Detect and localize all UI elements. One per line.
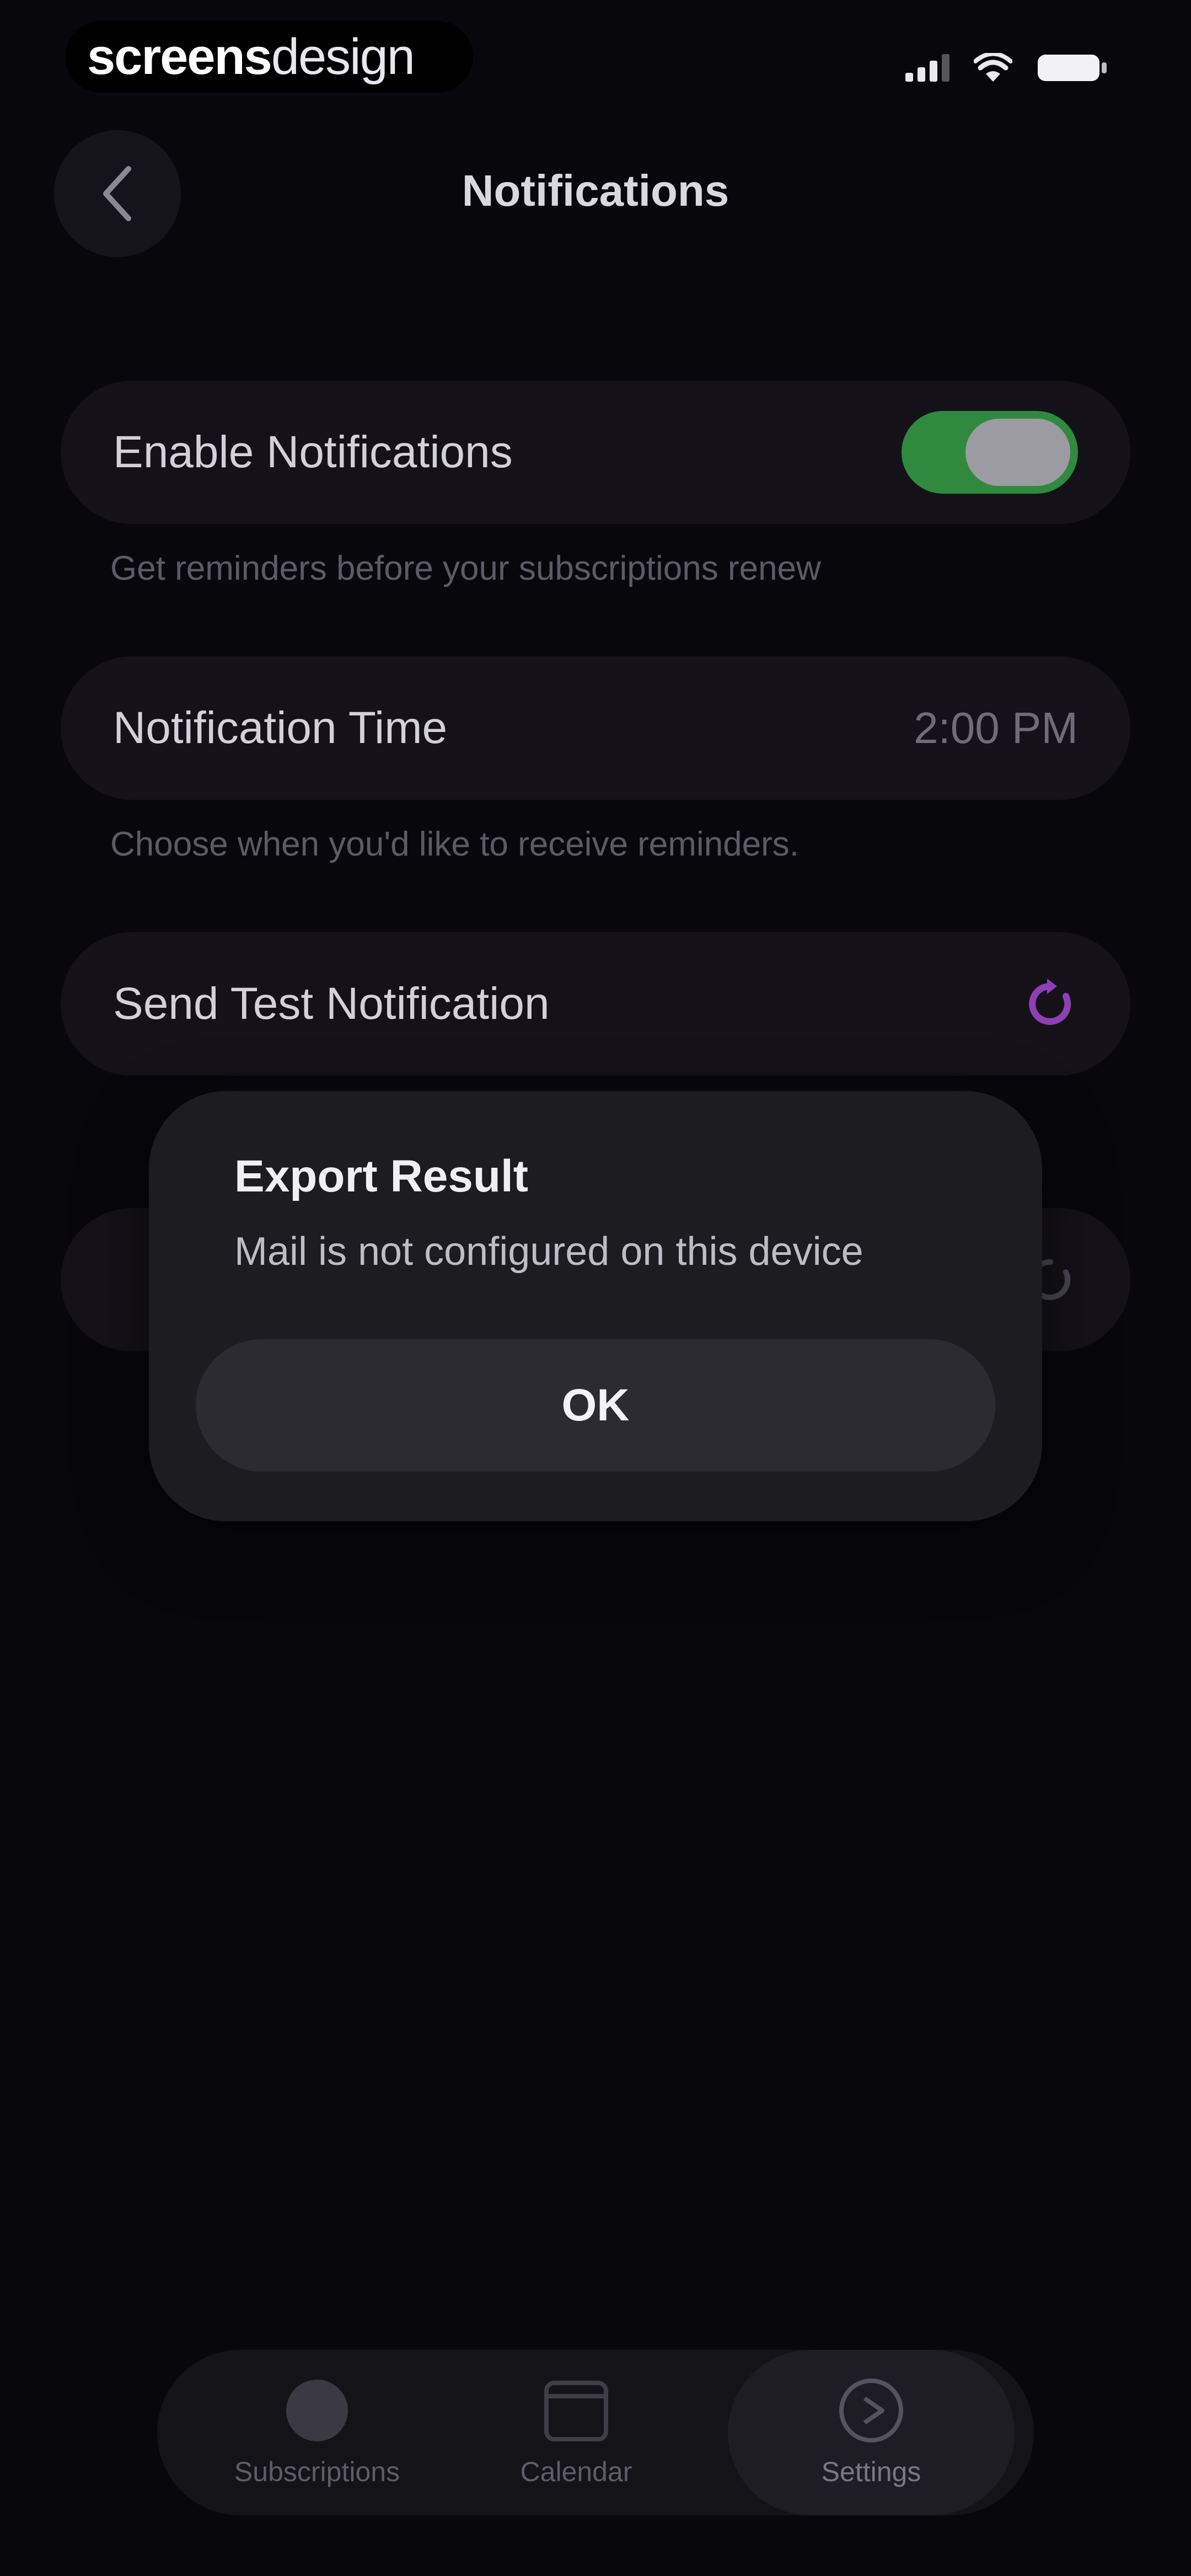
toggle-knob — [965, 419, 1070, 486]
status-icons — [905, 49, 1108, 87]
enable-notifications-label: Enable Notifications — [113, 427, 513, 477]
cellular-signal-icon — [905, 54, 949, 82]
enable-notifications-row[interactable]: Enable Notifications — [61, 381, 1130, 524]
refresh-icon[interactable] — [1023, 976, 1078, 1032]
send-test-notification-label: Send Test Notification — [113, 979, 550, 1029]
calendar-icon — [543, 2377, 609, 2444]
dialog-title: Export Result — [234, 1151, 529, 1201]
circle-icon — [284, 2377, 350, 2444]
enable-notifications-toggle[interactable] — [902, 411, 1078, 494]
tab-label-settings: Settings — [821, 2456, 921, 2487]
brand-watermark: screens design — [65, 21, 473, 93]
page-title: Notifications — [462, 166, 729, 215]
play-circle-icon — [838, 2377, 904, 2444]
send-test-notification-row[interactable]: Send Test Notification — [61, 932, 1130, 1076]
wifi-icon — [974, 53, 1012, 83]
notification-time-row[interactable]: Notification Time 2:00 PM — [61, 656, 1130, 800]
notifications-screen: screens design Notifications Enable Noti… — [0, 0, 1191, 2576]
brand-bold-text: screens — [87, 28, 272, 85]
tab-calendar[interactable]: Calendar — [466, 2350, 686, 2515]
tab-label-subscriptions: Subscriptions — [234, 2456, 400, 2487]
brand-light-text: design — [271, 28, 415, 85]
notification-time-label: Notification Time — [113, 703, 448, 753]
enable-notifications-description: Get reminders before your subscriptions … — [110, 549, 821, 587]
status-bar: screens design — [0, 0, 1191, 121]
tab-settings[interactable]: Settings — [728, 2350, 1015, 2515]
battery-icon — [1037, 52, 1108, 83]
dialog-ok-button[interactable]: OK — [196, 1339, 995, 1472]
tab-bar: Subscriptions Calendar Settings — [157, 2350, 1034, 2515]
tab-label-calendar: Calendar — [520, 2456, 632, 2487]
dialog-message: Mail is not configured on this device — [234, 1230, 863, 1274]
export-result-dialog: Export Result Mail is not configured on … — [149, 1091, 1042, 1521]
notification-time-value[interactable]: 2:00 PM — [914, 703, 1078, 753]
notification-time-description: Choose when you'd like to receive remind… — [110, 825, 800, 863]
tab-subscriptions[interactable]: Subscriptions — [179, 2350, 455, 2515]
